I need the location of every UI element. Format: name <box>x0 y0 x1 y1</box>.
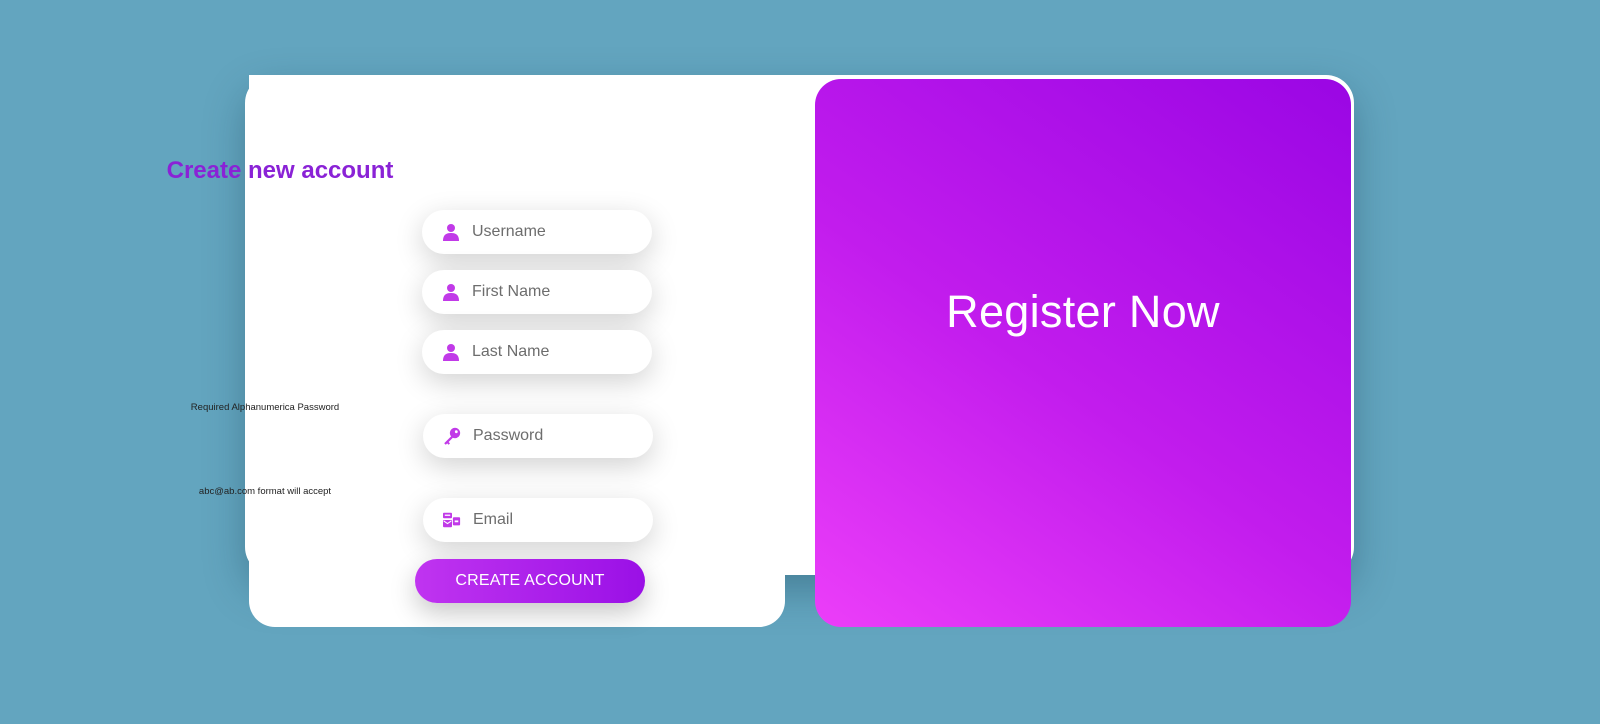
user-icon <box>442 343 460 361</box>
last-name-input[interactable] <box>472 343 632 361</box>
email-input[interactable] <box>473 511 633 529</box>
first-name-input[interactable] <box>472 283 632 301</box>
password-hint: Required Alphanumerica Password <box>190 402 340 413</box>
email-field-container <box>423 498 653 542</box>
key-icon <box>443 427 461 445</box>
create-account-button[interactable]: CREATE ACCOUNT <box>415 559 645 603</box>
last-name-field-container <box>422 330 652 374</box>
user-icon <box>442 283 460 301</box>
first-name-field-container <box>422 270 652 314</box>
password-input[interactable] <box>473 427 633 445</box>
user-icon <box>442 223 460 241</box>
email-hint: abc@ab.com format will accept <box>198 486 332 497</box>
username-field-container <box>422 210 652 254</box>
username-input[interactable] <box>472 223 632 241</box>
form-title: Create new account <box>166 157 394 184</box>
hero-title: Register Now <box>946 286 1220 337</box>
page: Create new account Requ <box>0 0 1600 724</box>
register-hero-panel: Register Now <box>815 79 1351 627</box>
password-field-container <box>423 414 653 458</box>
mail-bulk-icon <box>443 511 461 529</box>
